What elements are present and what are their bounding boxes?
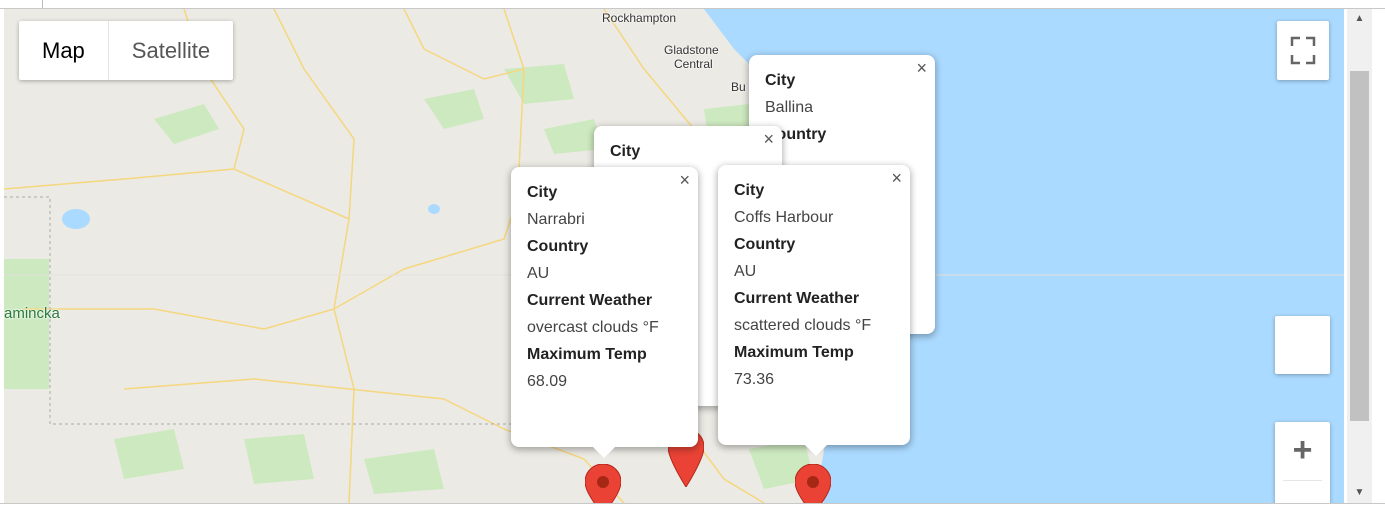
- label-country: Country: [734, 236, 796, 253]
- map-marker[interactable]: [795, 464, 831, 503]
- close-icon[interactable]: ×: [891, 169, 902, 187]
- lake: [428, 204, 440, 214]
- label-max-temp: Maximum Temp: [734, 344, 854, 361]
- close-icon[interactable]: ×: [916, 59, 927, 77]
- map-label-bu: Bu: [731, 80, 746, 94]
- label-country: Country: [527, 238, 589, 255]
- map-type-map-button[interactable]: Map: [19, 21, 108, 80]
- map-marker[interactable]: [585, 464, 621, 503]
- info-window-coffs-harbour: × City Coffs Harbour Country AU Current …: [718, 165, 910, 456]
- label-city: City: [765, 72, 796, 89]
- zoom-separator: [1283, 480, 1322, 481]
- label-weather: Current Weather: [527, 292, 653, 309]
- lake: [62, 209, 90, 229]
- map-type-control: Map Satellite: [19, 21, 234, 80]
- map-label-rockhampton: Rockhampton: [602, 11, 677, 25]
- value-weather: overcast clouds °F: [527, 319, 659, 336]
- label-city: City: [527, 184, 558, 201]
- scroll-down-arrow-icon[interactable]: ▼: [1347, 483, 1372, 503]
- pegman-control[interactable]: [1275, 316, 1330, 374]
- info-window-tail: [592, 446, 616, 458]
- value-city: Ballina: [765, 99, 814, 116]
- info-window-tail: [804, 444, 828, 456]
- top-edge-tick: [42, 0, 43, 8]
- zoom-control: +: [1275, 422, 1330, 503]
- info-window-narrabri: × City Narrabri Country AU Current Weath…: [511, 167, 698, 458]
- top-edge: [0, 0, 1385, 9]
- label-country: Country: [765, 126, 827, 143]
- bottom-edge: [0, 503, 1385, 519]
- close-icon[interactable]: ×: [763, 130, 774, 148]
- zoom-in-button[interactable]: +: [1275, 422, 1330, 478]
- value-city: Coffs Harbour: [734, 209, 834, 226]
- value-weather: scattered clouds °F: [734, 317, 872, 334]
- map-type-satellite-button[interactable]: Satellite: [107, 21, 233, 80]
- label-weather: Current Weather: [734, 290, 860, 307]
- label-max-temp: Maximum Temp: [527, 346, 647, 363]
- map-label-gladstone: Gladstone: [664, 43, 719, 57]
- label-city: City: [610, 143, 641, 160]
- vertical-scrollbar[interactable]: ▲ ▼: [1347, 9, 1372, 503]
- value-country: AU: [734, 263, 757, 280]
- map-label-gladstone-central: Central: [674, 57, 713, 71]
- map-label-innamincka: amincka: [4, 305, 60, 322]
- fullscreen-icon: [1290, 36, 1316, 65]
- map-canvas[interactable]: Rockhampton Gladstone Central Bu amincka…: [4, 9, 1344, 503]
- value-max-temp: 73.36: [734, 371, 775, 388]
- label-city: City: [734, 182, 765, 199]
- value-max-temp: 68.09: [527, 373, 568, 390]
- scrollbar-thumb[interactable]: [1350, 71, 1369, 421]
- value-city: Narrabri: [527, 211, 585, 228]
- value-country: AU: [527, 265, 550, 282]
- scroll-up-arrow-icon[interactable]: ▲: [1347, 9, 1372, 29]
- close-icon[interactable]: ×: [679, 171, 690, 189]
- fullscreen-button[interactable]: [1277, 21, 1329, 80]
